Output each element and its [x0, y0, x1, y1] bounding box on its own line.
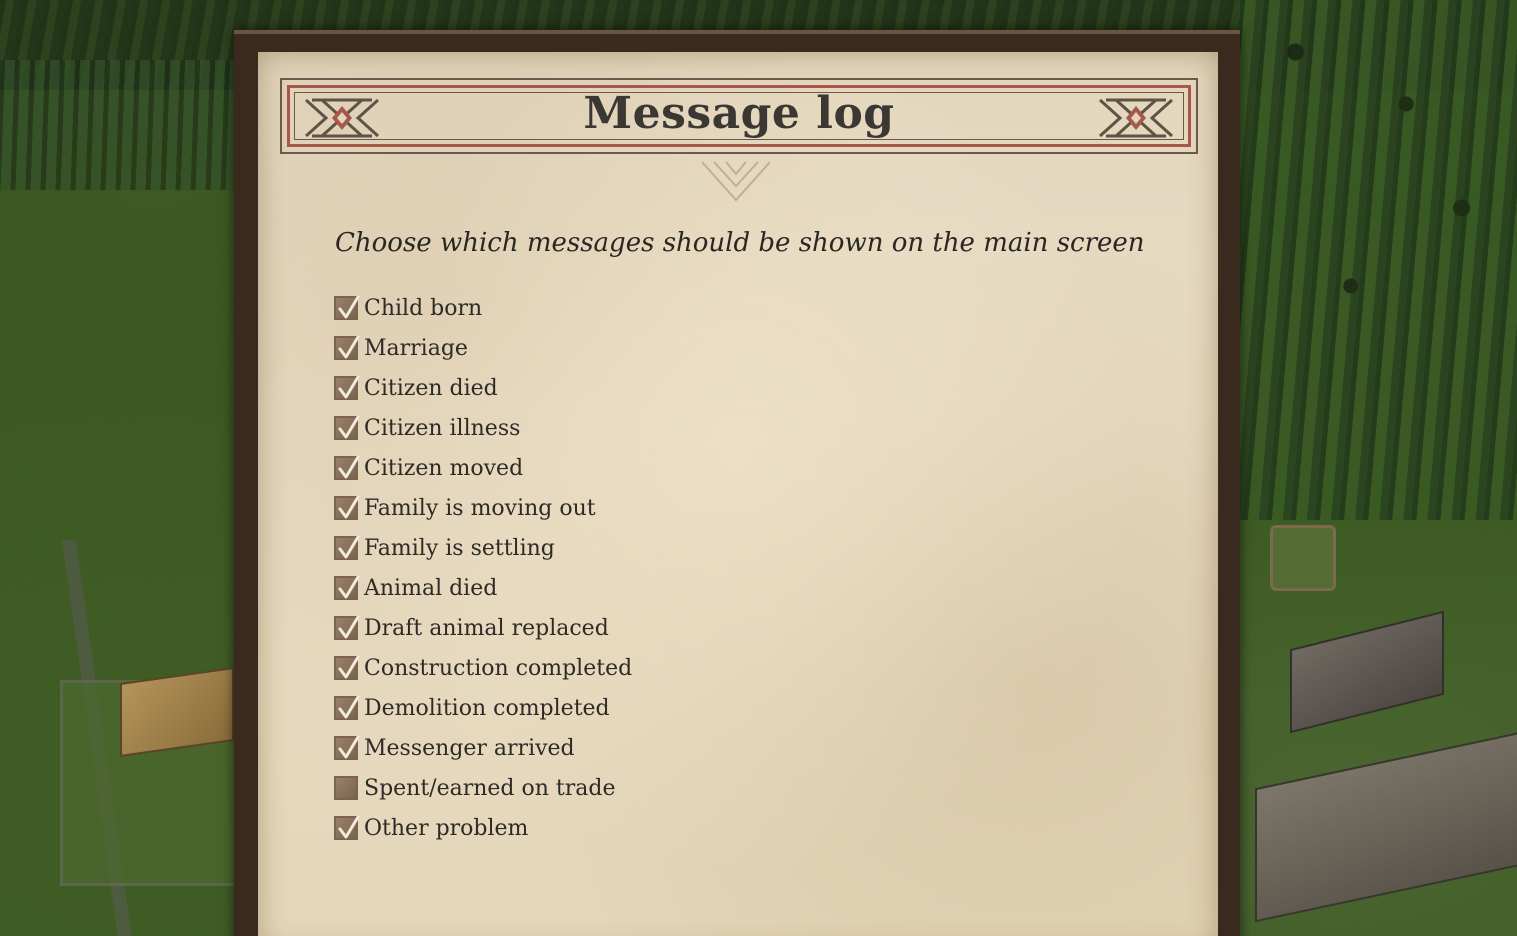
message-option-12[interactable]: Spent/earned on trade [334, 768, 632, 808]
message-option-8[interactable]: Draft animal replaced [334, 608, 632, 648]
option-checkbox[interactable] [334, 455, 360, 480]
building-right-lower [1255, 731, 1517, 923]
option-label: Family is settling [364, 535, 555, 561]
instructions-text: Choose which messages should be shown on… [335, 228, 1145, 258]
checkmark-icon [338, 495, 360, 519]
checkmark-icon [338, 375, 360, 399]
option-label: Family is moving out [364, 495, 596, 521]
diamond-knot-ornament-icon [1098, 98, 1174, 138]
message-option-11[interactable]: Messenger arrived [334, 728, 632, 768]
option-checkbox[interactable] [334, 735, 360, 760]
option-label: Citizen died [364, 375, 498, 401]
message-option-2[interactable]: Citizen died [334, 368, 632, 408]
message-option-6[interactable]: Family is settling [334, 528, 632, 568]
message-option-5[interactable]: Family is moving out [334, 488, 632, 528]
option-label: Demolition completed [364, 695, 610, 721]
option-label: Citizen moved [364, 455, 524, 481]
option-checkbox[interactable] [334, 776, 358, 800]
well-enclosure [1270, 525, 1336, 591]
checkmark-icon [338, 655, 360, 679]
building-right-upper [1290, 610, 1444, 734]
option-checkbox[interactable] [334, 815, 360, 840]
option-label: Other problem [364, 815, 529, 841]
option-label: Messenger arrived [364, 735, 575, 761]
option-checkbox[interactable] [334, 655, 360, 680]
checkmark-icon [338, 455, 360, 479]
option-label: Child born [364, 295, 483, 321]
option-label: Animal died [364, 575, 498, 601]
checkmark-icon [338, 575, 360, 599]
option-checkbox[interactable] [334, 335, 360, 360]
option-checkbox[interactable] [334, 415, 360, 440]
option-label: Construction completed [364, 655, 633, 681]
option-label: Draft animal replaced [364, 615, 609, 641]
message-option-1[interactable]: Marriage [334, 328, 632, 368]
message-option-13[interactable]: Other problem [334, 808, 632, 848]
option-checkbox[interactable] [334, 295, 360, 320]
option-checkbox[interactable] [334, 535, 360, 560]
message-option-7[interactable]: Animal died [334, 568, 632, 608]
checkmark-icon [338, 815, 360, 839]
option-label: Spent/earned on trade [364, 775, 616, 801]
option-checkbox[interactable] [334, 615, 360, 640]
message-option-10[interactable]: Demolition completed [334, 688, 632, 728]
checkmark-icon [338, 335, 360, 359]
checkmark-icon [338, 295, 360, 319]
message-option-3[interactable]: Citizen illness [334, 408, 632, 448]
forest-right [1240, 0, 1517, 520]
header-banner: Message log [280, 78, 1198, 154]
message-option-0[interactable]: Child born [334, 288, 632, 328]
message-option-9[interactable]: Construction completed [334, 648, 632, 688]
forest-left [0, 60, 235, 190]
checkmark-icon [338, 735, 360, 759]
checkmark-icon [338, 535, 360, 559]
message-options-list: Child born Marriage Citizen died Citizen il… [334, 288, 632, 848]
option-label: Citizen illness [364, 415, 521, 441]
option-checkbox[interactable] [334, 495, 360, 520]
checkmark-icon [338, 695, 360, 719]
checkmark-icon [338, 415, 360, 439]
chevron-down-ornament-icon [701, 161, 771, 202]
option-checkbox[interactable] [334, 575, 360, 600]
option-checkbox[interactable] [334, 375, 360, 400]
message-option-4[interactable]: Citizen moved [334, 448, 632, 488]
option-checkbox[interactable] [334, 695, 360, 720]
option-label: Marriage [364, 335, 468, 361]
checkmark-icon [338, 615, 360, 639]
page-title: Message log [583, 88, 895, 139]
